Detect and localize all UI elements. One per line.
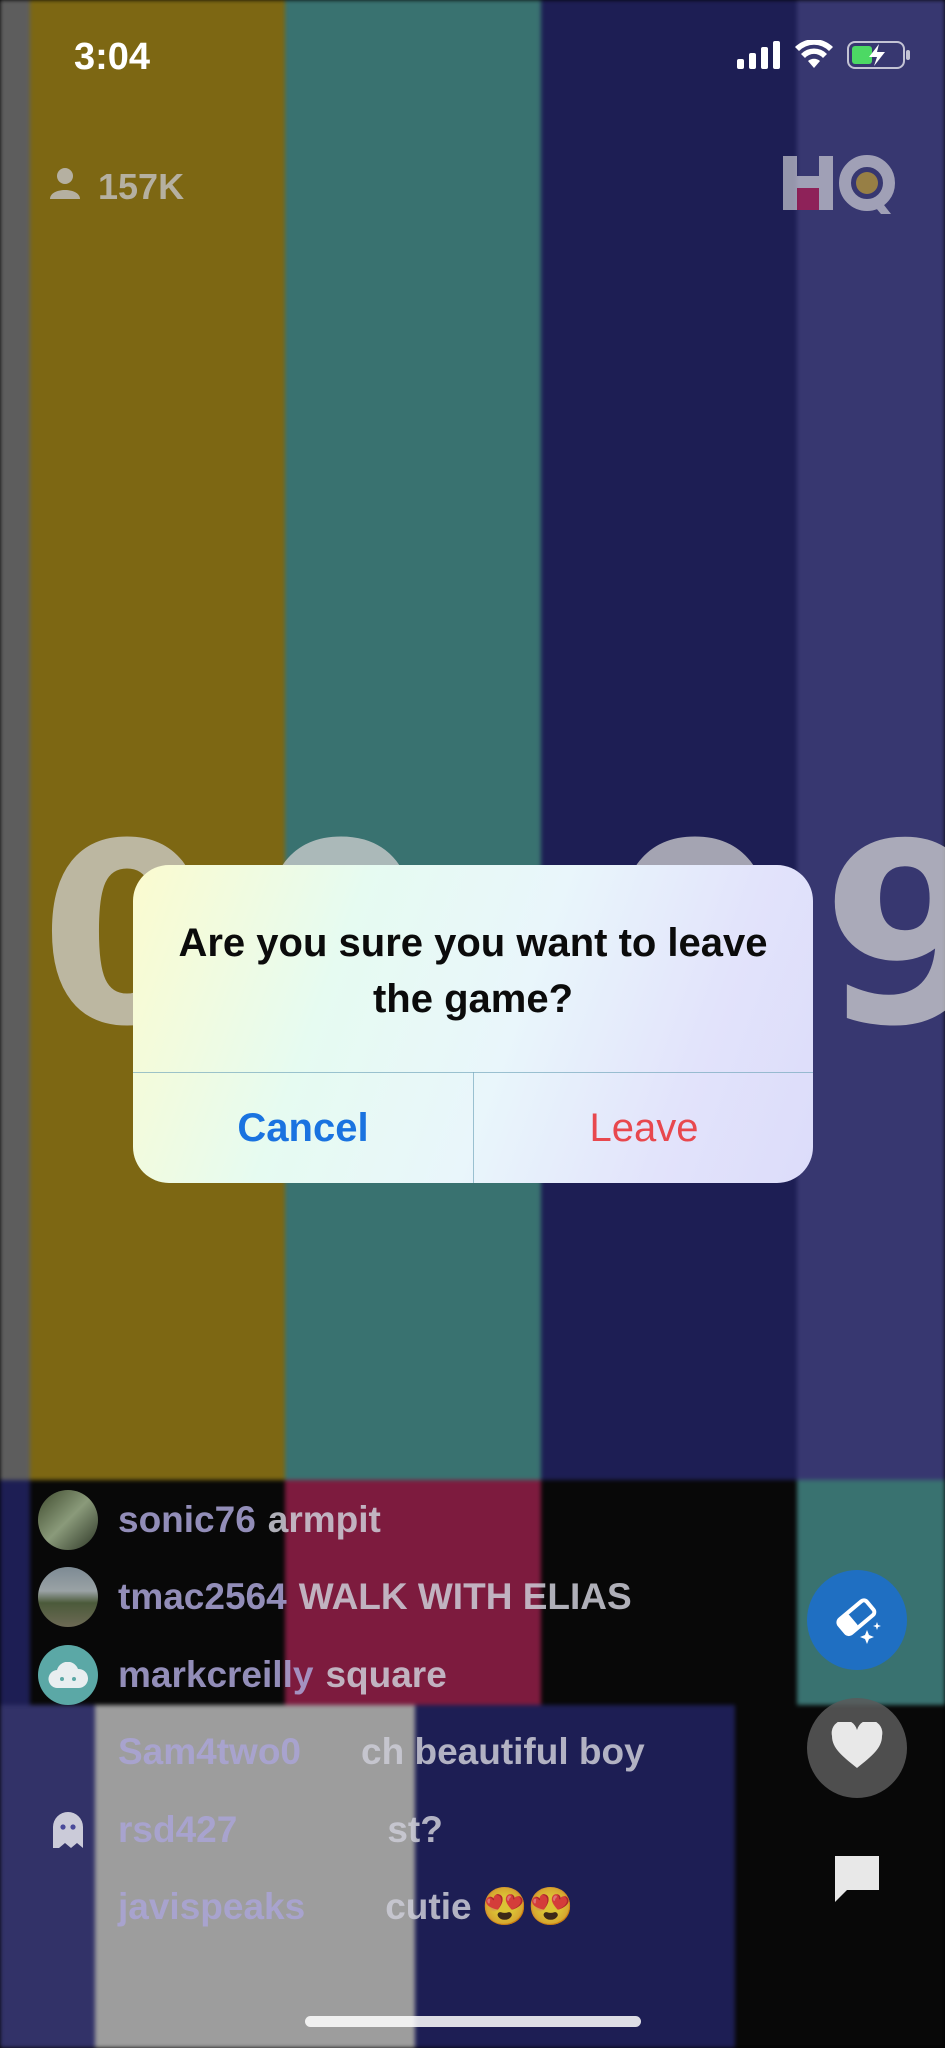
battery-charging-icon bbox=[847, 40, 911, 75]
chat-message: markcreilly square bbox=[38, 1645, 447, 1705]
person-icon bbox=[48, 166, 82, 208]
hq-logo bbox=[783, 152, 895, 221]
chat-username: rsd427 bbox=[118, 1809, 238, 1850]
chat-username: markcreilly bbox=[118, 1654, 314, 1695]
user-avatar bbox=[38, 1567, 98, 1627]
chat-button[interactable] bbox=[822, 1845, 892, 1915]
leave-button[interactable]: Leave bbox=[474, 1073, 813, 1183]
chat-username: tmac2564 bbox=[118, 1576, 287, 1617]
alert-title: Are you sure you want to leave the game? bbox=[178, 921, 768, 1021]
heart-icon bbox=[830, 1719, 884, 1775]
chat-text: cutie 😍😍 bbox=[385, 1885, 574, 1927]
wifi-icon bbox=[795, 39, 833, 75]
chat-username: sonic76 bbox=[118, 1499, 256, 1540]
viewer-count: 157K bbox=[48, 166, 184, 208]
chat-message: sonic76 armpit bbox=[38, 1490, 381, 1550]
chat-username: Sam4two0 bbox=[118, 1731, 302, 1772]
chat-text: square bbox=[325, 1654, 447, 1695]
chat-text: ch beautiful boy bbox=[361, 1731, 645, 1772]
chat-message: tmac2564 WALK WITH ELIAS bbox=[38, 1567, 632, 1627]
leave-game-alert: Are you sure you want to leave the game?… bbox=[133, 865, 813, 1183]
heart-button[interactable] bbox=[807, 1698, 907, 1798]
eraser-button[interactable] bbox=[807, 1570, 907, 1670]
chat-message: rsd427 st? bbox=[38, 1800, 443, 1860]
chat-text: WALK WITH ELIAS bbox=[298, 1576, 632, 1617]
chat-message: Sam4two0 ch beautiful boy bbox=[38, 1722, 645, 1782]
user-avatar bbox=[38, 1722, 98, 1782]
cloud-icon bbox=[38, 1645, 98, 1705]
ghost-icon bbox=[38, 1800, 98, 1860]
signal-icon bbox=[737, 41, 781, 74]
cancel-button[interactable]: Cancel bbox=[133, 1073, 473, 1183]
chat-username: javispeaks bbox=[118, 1886, 306, 1927]
hq-trivia-screen: 3:04 157K sonic76 armpit tmac2564 WALK W… bbox=[0, 0, 945, 2048]
chat-text: st? bbox=[387, 1809, 443, 1850]
status-icons bbox=[737, 39, 911, 75]
home-indicator[interactable] bbox=[305, 2016, 641, 2027]
user-avatar bbox=[38, 1490, 98, 1550]
chat-text: armpit bbox=[267, 1499, 381, 1540]
eraser-icon bbox=[827, 1588, 887, 1653]
viewer-count-text: 157K bbox=[98, 166, 185, 207]
status-time: 3:04 bbox=[74, 36, 151, 78]
user-avatar bbox=[38, 1877, 98, 1937]
chat-message: javispeaks cutie 😍😍 bbox=[38, 1877, 574, 1937]
chat-bubble-icon bbox=[831, 1852, 883, 1909]
